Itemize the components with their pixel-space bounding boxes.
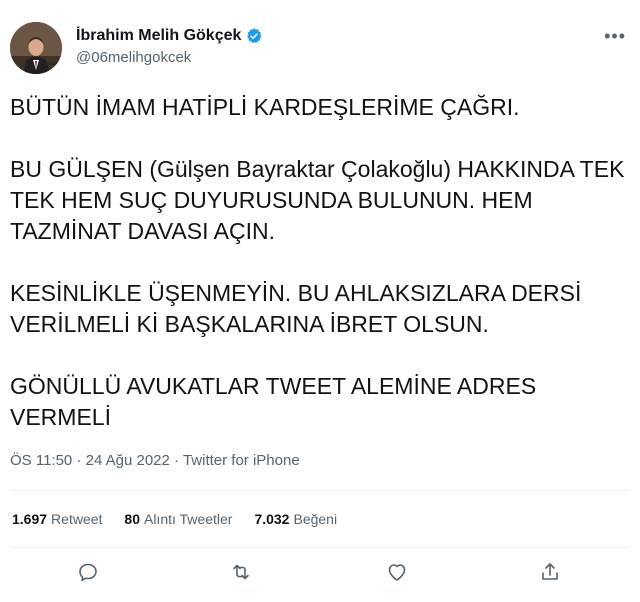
reply-icon[interactable] (76, 560, 100, 584)
author-handle[interactable]: @06melihgokcek (76, 49, 263, 66)
tweet-paragraph: BÜTÜN İMAM HATİPLİ KARDEŞLERİME ÇAĞRI. (10, 94, 520, 120)
author-name[interactable]: İbrahim Melih Gökçek (76, 27, 241, 45)
quote-stat[interactable]: 80 Alıntı Tweetler (124, 511, 232, 527)
quote-count: 80 (124, 511, 140, 527)
retweet-stat[interactable]: 1.697 Retweet (12, 511, 102, 527)
divider (10, 547, 630, 548)
tweet-text: BÜTÜN İMAM HATİPLİ KARDEŞLERİME ÇAĞRI. B… (10, 92, 630, 433)
tweet-paragraph: KESİNLİKLE ÜŞENMEYİN. BU AHLAKSIZLARA DE… (10, 280, 582, 337)
retweet-label: Retweet (51, 511, 103, 527)
like-icon[interactable] (385, 560, 409, 584)
like-stat[interactable]: 7.032 Beğeni (254, 511, 337, 527)
retweet-count: 1.697 (12, 511, 48, 527)
author-block: İbrahim Melih Gökçek @06melihgokcek (76, 27, 263, 66)
meta-separator: · (72, 452, 86, 469)
verified-badge-icon (247, 28, 262, 43)
action-bar (0, 560, 640, 590)
tweet-time[interactable]: ÖS 11:50 (10, 452, 72, 469)
quote-label: Alıntı Tweetler (143, 511, 233, 527)
tweet-date[interactable]: 24 Ağu 2022 (86, 452, 170, 469)
retweet-icon[interactable] (229, 560, 253, 584)
tweet-paragraph: GÖNÜLLÜ AVUKATLAR TWEET ALEMİNE ADRES VE… (10, 373, 537, 430)
tweet-paragraph: BU GÜLŞEN (Gülşen Bayraktar Çolakoğlu) H… (10, 156, 625, 244)
tweet-stats: 1.697 Retweet 80 Alıntı Tweetler 7.032 Beğe… (12, 511, 337, 527)
tweet-card: İbrahim Melih Gökçek @06melihgokcek ••• … (0, 0, 640, 602)
like-label: Beğeni (293, 511, 338, 527)
like-count: 7.032 (254, 511, 290, 527)
more-options-icon[interactable]: ••• (604, 26, 626, 47)
avatar[interactable] (10, 22, 62, 74)
tweet-metadata: ÖS 11:50 · 24 Ağu 2022 · Twitter for iPh… (10, 452, 300, 469)
tweet-source[interactable]: Twitter for iPhone (183, 452, 300, 469)
avatar-image (10, 22, 62, 74)
meta-separator: · (169, 452, 183, 469)
divider (10, 490, 630, 491)
share-icon[interactable] (538, 560, 562, 584)
